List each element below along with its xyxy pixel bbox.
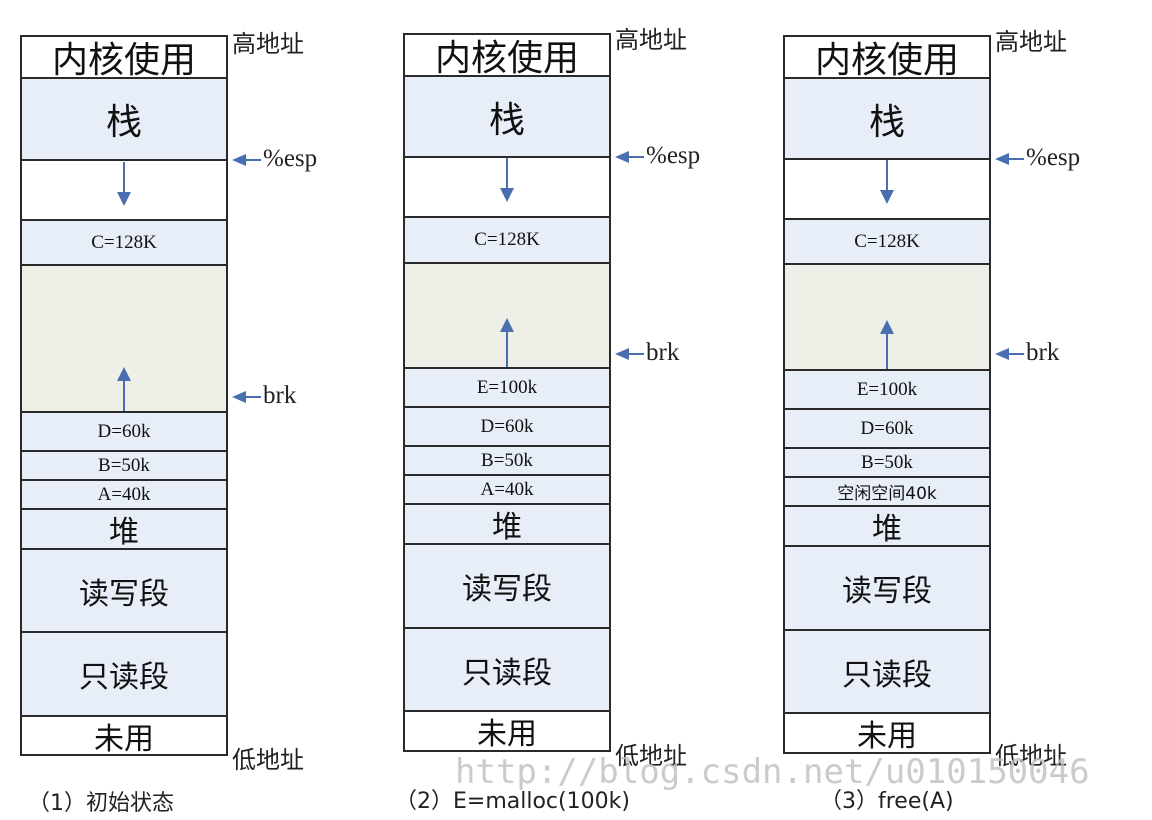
segment-unused: 未用 [20,715,228,757]
esp-label: %esp [1026,144,1081,171]
segment-unused: 未用 [783,712,991,754]
brk-label: brk [263,382,297,409]
segment-kernel: 内核使用 [783,35,991,81]
segment-d: D=60k [783,408,991,449]
segment-ro: 只读段 [783,629,991,714]
esp-pointer-icon [232,154,246,166]
stack-grow-arrow-shaft [123,162,125,194]
segment-rw: 读写段 [403,543,611,629]
segment-b: B=50k [403,445,611,476]
diagram-caption: （1）初始状态 [28,791,174,816]
low-address-label: 低地址 [232,746,304,774]
segment-b: B=50k [20,450,228,481]
segment-kernel: 内核使用 [403,33,611,79]
segment-ro: 只读段 [20,631,228,717]
segment-b: B=50k [783,447,991,478]
segment-stack: 栈 [403,75,611,158]
brk-label: brk [646,339,680,366]
segment-e: E=100k [783,369,991,410]
heap-grow-arrow-shaft [506,331,508,367]
brk-pointer-shaft [628,353,644,355]
esp-label: %esp [263,145,318,172]
high-address-label: 高地址 [232,30,304,58]
segment-rw: 读写段 [20,548,228,633]
segment-heap: 堆 [20,508,228,550]
esp-label: %esp [646,142,701,169]
stack-grow-arrow-icon [117,192,131,206]
brk-pointer-icon [615,348,629,360]
segment-stack: 栈 [20,77,228,161]
stack-grow-arrow-shaft [886,160,888,192]
esp-pointer-shaft [628,156,644,158]
segment-rw: 读写段 [783,545,991,631]
segment-c: C=128K [403,216,611,264]
segment-heap: 堆 [783,505,991,547]
segment-d: D=60k [20,411,228,452]
segment-c: C=128K [20,219,228,266]
segment-free-a: 空闲空间40k [783,476,991,507]
stack-grow-arrow-icon [880,190,894,204]
segment-ro: 只读段 [403,627,611,712]
esp-pointer-shaft [1008,158,1024,160]
esp-pointer-icon [615,151,629,163]
segment-heap: 堆 [403,503,611,545]
heap-grow-arrow-icon [880,320,894,334]
heap-grow-arrow-icon [117,367,131,381]
brk-pointer-icon [232,391,246,403]
esp-pointer-icon [995,153,1009,165]
esp-pointer-shaft [245,159,261,161]
segment-d: D=60k [403,406,611,447]
segment-kernel: 内核使用 [20,35,228,81]
segment-e: E=100k [403,367,611,408]
segment-stack: 栈 [783,77,991,160]
segment-unused: 未用 [403,710,611,752]
brk-pointer-shaft [245,396,261,398]
brk-pointer-icon [995,348,1009,360]
high-address-label: 高地址 [615,26,687,54]
segment-a: A=40k [403,474,611,505]
heap-grow-arrow-icon [500,318,514,332]
heap-grow-arrow-shaft [123,380,125,411]
brk-label: brk [1026,339,1060,366]
heap-grow-arrow-shaft [886,333,888,369]
brk-pointer-shaft [1008,353,1024,355]
watermark-url: http://blog.csdn.net/u010150046 [455,752,1090,792]
segment-a: A=40k [20,479,228,510]
stack-grow-arrow-icon [500,188,514,202]
stack-grow-arrow-shaft [506,158,508,190]
segment-c: C=128K [783,218,991,265]
high-address-label: 高地址 [995,28,1067,56]
